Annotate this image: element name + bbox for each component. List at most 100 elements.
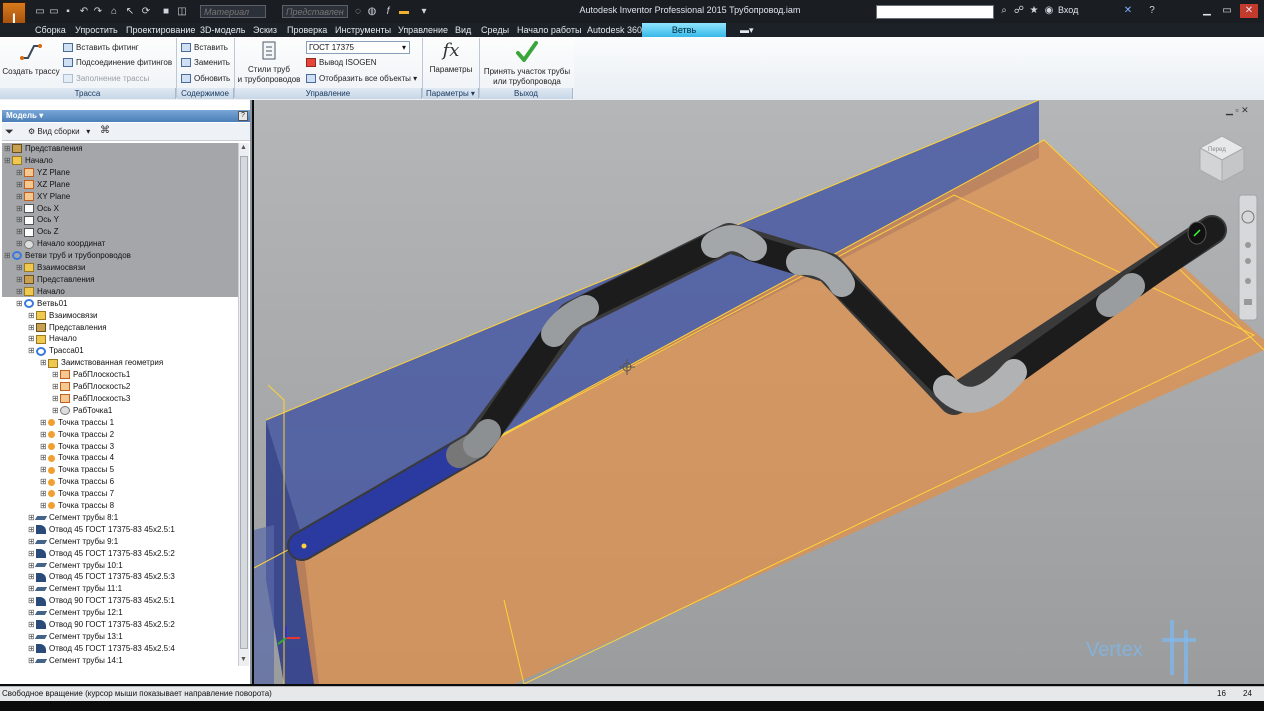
maximize-button[interactable]: ▭ (1218, 4, 1236, 18)
expand-icon[interactable]: ⊞ (16, 238, 24, 250)
highlight-icon[interactable]: ▬ (398, 6, 410, 17)
insert-fitting-button[interactable]: Вставить фитинг (63, 43, 139, 53)
expand-icon[interactable]: ⊞ (40, 452, 48, 464)
color-override-icon[interactable]: ◍ (366, 6, 378, 17)
expand-icon[interactable]: ⊞ (4, 250, 12, 262)
graphics-viewport[interactable]: Перед Vertex ▁ ▫ ✕ (254, 100, 1264, 684)
tree-item[interactable]: ⊞ Отвод 45 ГОСТ 17375-83 45x2.5:3 (28, 571, 175, 583)
expand-icon[interactable]: ⊞ (16, 214, 24, 226)
3d-scene[interactable]: Перед Vertex (254, 100, 1264, 684)
tree-item[interactable]: ⊞ Сегмент трубы 12:1 (28, 607, 123, 619)
tree-item[interactable]: ⊞ Точка трассы 8 (40, 500, 114, 512)
select-icon[interactable]: ↖ (124, 6, 136, 17)
tree-item[interactable]: ⊞ Сегмент трубы 14:1 (28, 655, 123, 667)
isogen-button[interactable]: Вывод ISOGEN (306, 58, 377, 68)
expand-icon[interactable]: ⊞ (28, 571, 36, 583)
tab-3d-model[interactable]: 3D-модель (200, 25, 245, 35)
tree-item[interactable]: ⊞ Представления (28, 322, 107, 334)
expand-icon[interactable]: ⊞ (16, 179, 24, 191)
expand-icon[interactable]: ⊞ (28, 548, 36, 560)
expand-icon[interactable]: ⊞ (28, 643, 36, 655)
tab-environments[interactable]: Среды (481, 25, 509, 35)
expand-icon[interactable]: ⊞ (28, 619, 36, 631)
tree-item[interactable]: ⊞ Сегмент трубы 13:1 (28, 631, 123, 643)
expand-icon[interactable]: ⊞ (40, 476, 48, 488)
tree-item[interactable]: ⊞ Сегмент трубы 8:1 (28, 512, 118, 524)
expand-icon[interactable]: ⊞ (40, 488, 48, 500)
orbit-icon[interactable] (1245, 278, 1251, 284)
tree-item[interactable]: ⊞ Ветви труб и трубопроводов (4, 250, 131, 262)
tree-item[interactable]: ⊞ Трасса01 (28, 345, 84, 357)
tab-view[interactable]: Вид (455, 25, 471, 35)
tab-simplify[interactable]: Упростить (75, 25, 118, 35)
tree-item[interactable]: ⊞ Точка трассы 2 (40, 429, 114, 441)
tree-item[interactable]: ⊞ Точка трассы 5 (40, 464, 114, 476)
tab-pipe-run[interactable]: Ветвь трубопровода (642, 23, 726, 49)
expand-icon[interactable]: ⊞ (28, 310, 36, 322)
tab-inspect[interactable]: Проверка (287, 25, 327, 35)
pipe-style-select[interactable]: ГОСТ 17375 ▾ (306, 41, 410, 54)
look-at-icon[interactable] (1244, 299, 1252, 305)
update-button[interactable]: Обновить (181, 74, 230, 84)
browser-header[interactable]: Модель ▾ (2, 110, 250, 122)
browser-help-button[interactable]: ? (238, 111, 248, 121)
tree-item[interactable]: ⊞ Точка трассы 4 (40, 452, 114, 464)
expand-icon[interactable]: ⊞ (16, 203, 24, 215)
tree-item[interactable]: ⊞ XY Plane (16, 191, 70, 203)
filter-icon[interactable]: ⏷ (5, 126, 14, 139)
tab-assembly[interactable]: Сборка (35, 25, 66, 35)
redo-icon[interactable]: ↷ (92, 6, 104, 17)
parameters-button[interactable]: fx Параметры (424, 40, 478, 75)
pan-icon[interactable] (1245, 242, 1251, 248)
tree-item[interactable]: ⊞ Заимствованная геометрия (40, 357, 163, 369)
zoom-icon[interactable] (1245, 258, 1251, 264)
accept-route-button[interactable]: Принять участок трубы или трубопровода (481, 40, 573, 87)
communication-icon[interactable]: ☍ (1013, 5, 1025, 17)
expand-icon[interactable]: ⊞ (40, 464, 48, 476)
find-icon[interactable]: ⌘ (100, 125, 110, 136)
expand-icon[interactable]: ⊞ (16, 262, 24, 274)
scroll-down-icon[interactable]: ▼ (240, 656, 247, 663)
panel-params-label[interactable]: Параметры ▾ (423, 88, 479, 99)
styles-button[interactable]: Стили труб и трубопроводов (236, 40, 302, 85)
tree-item[interactable]: ⊞ Начало координат (16, 238, 105, 250)
expand-icon[interactable]: ⊞ (52, 369, 60, 381)
help-search-input[interactable] (876, 5, 994, 19)
tree-item[interactable]: ⊞ Точка трассы 1 (40, 417, 114, 429)
fx-icon[interactable]: f (382, 6, 394, 17)
home-icon[interactable]: ⌂ (108, 6, 120, 17)
expand-icon[interactable]: ⊞ (28, 345, 36, 357)
help-icon[interactable]: ? (1146, 5, 1158, 17)
tree-item[interactable]: ⊞ Отвод 45 ГОСТ 17375-83 45x2.5:2 (28, 548, 175, 560)
connect-fittings-button[interactable]: Подсоединение фитингов (63, 58, 172, 68)
tab-design[interactable]: Проектирование (126, 25, 195, 35)
tab-sketch[interactable]: Эскиз (253, 25, 277, 35)
tree-item[interactable]: ⊞ Отвод 45 ГОСТ 17375-83 45x2.5:1 (28, 524, 175, 536)
tree-item[interactable]: ⊞ Взаимосвязи (28, 310, 98, 322)
tab-get-started[interactable]: Начало работы (517, 25, 581, 35)
tree-item[interactable]: ⊞ Точка трассы 7 (40, 488, 114, 500)
show-all-button[interactable]: Отобразить все объекты ▾ (306, 74, 417, 84)
appearance-icon[interactable]: ◫ (176, 6, 188, 17)
tree-item[interactable]: ⊞ Отвод 90 ГОСТ 17375-83 45x2.5:1 (28, 595, 175, 607)
tree-item[interactable]: ⊞ XZ Plane (16, 179, 70, 191)
create-route-button[interactable]: Создать трассу (2, 40, 60, 77)
representation-select[interactable] (282, 5, 348, 18)
expand-icon[interactable]: ⊞ (40, 357, 48, 369)
tree-item[interactable]: ⊞ Начало (4, 155, 53, 167)
tab-options-icon[interactable]: ▬▾ (740, 25, 754, 36)
expand-icon[interactable]: ⊞ (28, 322, 36, 334)
tree-item[interactable]: ⊞ Начало (28, 333, 77, 345)
tree-item[interactable]: ⊞ Точка трассы 3 (40, 441, 114, 453)
view-mode-dropdown[interactable]: ⚙ Вид сборки ▾ (28, 127, 90, 137)
minimize-button[interactable]: ▁ (1198, 4, 1216, 18)
tree-item[interactable]: ⊞ Начало (16, 286, 65, 298)
expand-icon[interactable]: ⊞ (40, 429, 48, 441)
open-icon[interactable]: ▭ (48, 6, 60, 17)
tree-item[interactable]: ⊞ YZ Plane (16, 167, 70, 179)
tree-item[interactable]: ⊞ Сегмент трубы 9:1 (28, 536, 118, 548)
tree-item[interactable]: ⊞ РабТочка1 (52, 405, 112, 417)
expand-icon[interactable]: ⊞ (40, 441, 48, 453)
expand-icon[interactable]: ⊞ (40, 417, 48, 429)
login-label[interactable]: Вход (1058, 5, 1078, 15)
